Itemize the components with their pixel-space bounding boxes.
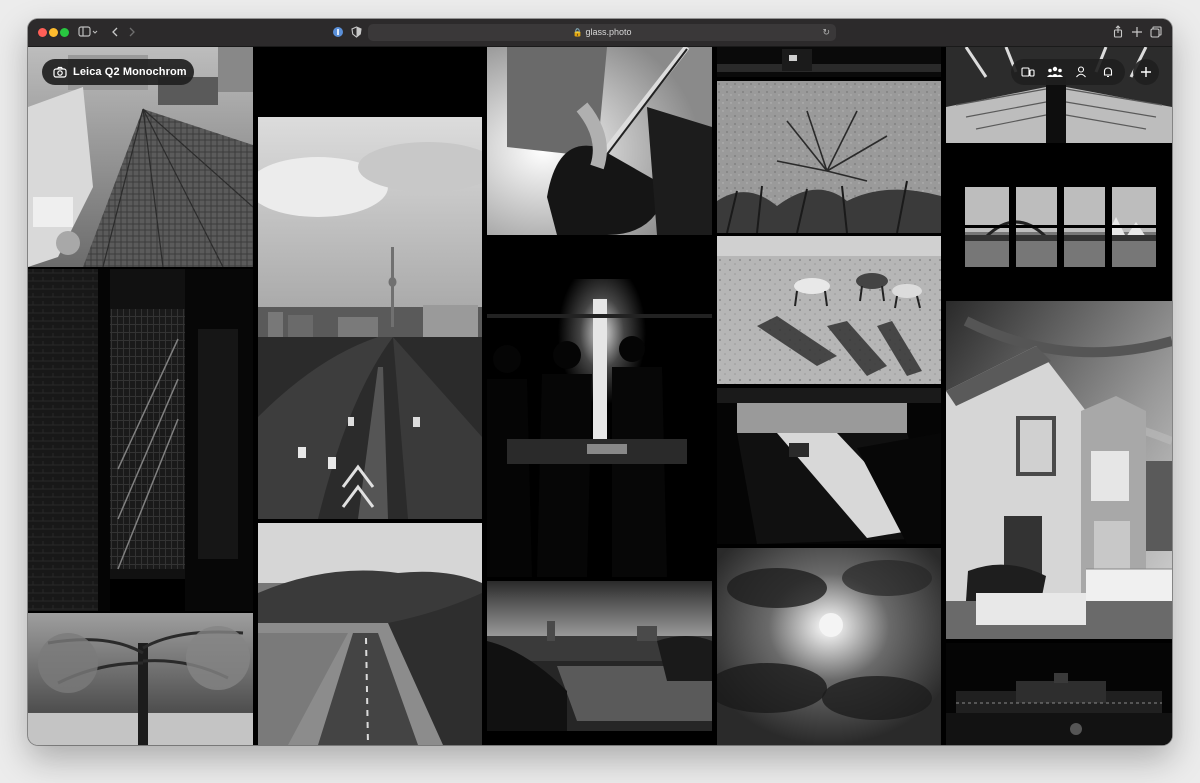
add-icon[interactable] bbox=[1133, 59, 1159, 85]
photo-dry-plant-sand[interactable] bbox=[717, 81, 941, 233]
browser-toolbar: 🔒 glass.photo ↻ bbox=[28, 19, 1172, 47]
sidebar-icon[interactable] bbox=[78, 25, 98, 39]
photo-gallery: Leica Q2 Monochrom bbox=[28, 47, 1172, 745]
photo-bare-tree-park[interactable] bbox=[28, 613, 253, 745]
zoom-window-button[interactable] bbox=[60, 28, 69, 37]
photo-sydney-harbour-windows[interactable] bbox=[946, 147, 1172, 297]
forward-icon[interactable] bbox=[128, 25, 136, 39]
shield-icon[interactable] bbox=[351, 25, 362, 39]
photo-country-road-hills[interactable] bbox=[258, 523, 482, 745]
community-icon[interactable] bbox=[1045, 62, 1065, 82]
photo-underpass-car[interactable] bbox=[717, 388, 941, 544]
close-window-button[interactable] bbox=[38, 28, 47, 37]
photo-suburban-house[interactable] bbox=[946, 301, 1172, 639]
new-tab-icon[interactable] bbox=[1132, 25, 1142, 39]
photo-moon-clouds[interactable] bbox=[717, 548, 941, 745]
address-text: glass.photo bbox=[585, 27, 632, 37]
browser-window: 🔒 glass.photo ↻ Leica Q2 Monochrom bbox=[28, 19, 1172, 745]
app-navigation bbox=[1011, 59, 1125, 85]
photo-city-highway[interactable] bbox=[258, 117, 482, 519]
notifications-icon[interactable] bbox=[1098, 62, 1118, 82]
back-icon[interactable] bbox=[111, 25, 119, 39]
camera-filter-button[interactable]: Leica Q2 Monochrom bbox=[42, 59, 194, 85]
lock-icon: 🔒 bbox=[572, 28, 583, 37]
photo-river-town-sunset[interactable] bbox=[487, 581, 712, 745]
tabs-icon[interactable] bbox=[1150, 25, 1162, 39]
devices-icon[interactable] bbox=[1018, 62, 1038, 82]
camera-filter-label: Leica Q2 Monochrom bbox=[73, 66, 187, 78]
password-icon[interactable] bbox=[332, 25, 344, 39]
photo-dogs-on-beach[interactable] bbox=[717, 236, 941, 384]
reload-icon[interactable]: ↻ bbox=[822, 24, 830, 41]
camera-icon bbox=[47, 59, 73, 85]
photo-bar-silhouettes[interactable] bbox=[487, 239, 712, 577]
photo-night-palace[interactable] bbox=[946, 643, 1172, 745]
photo-stage-strip[interactable] bbox=[717, 47, 941, 77]
photo-bass-guitarist[interactable] bbox=[487, 47, 712, 235]
share-icon[interactable] bbox=[1113, 25, 1123, 39]
profile-icon[interactable] bbox=[1071, 62, 1091, 82]
address-bar[interactable]: 🔒 glass.photo ↻ bbox=[368, 24, 836, 41]
photo-dark-building-facade[interactable] bbox=[28, 269, 253, 611]
minimize-window-button[interactable] bbox=[49, 28, 58, 37]
